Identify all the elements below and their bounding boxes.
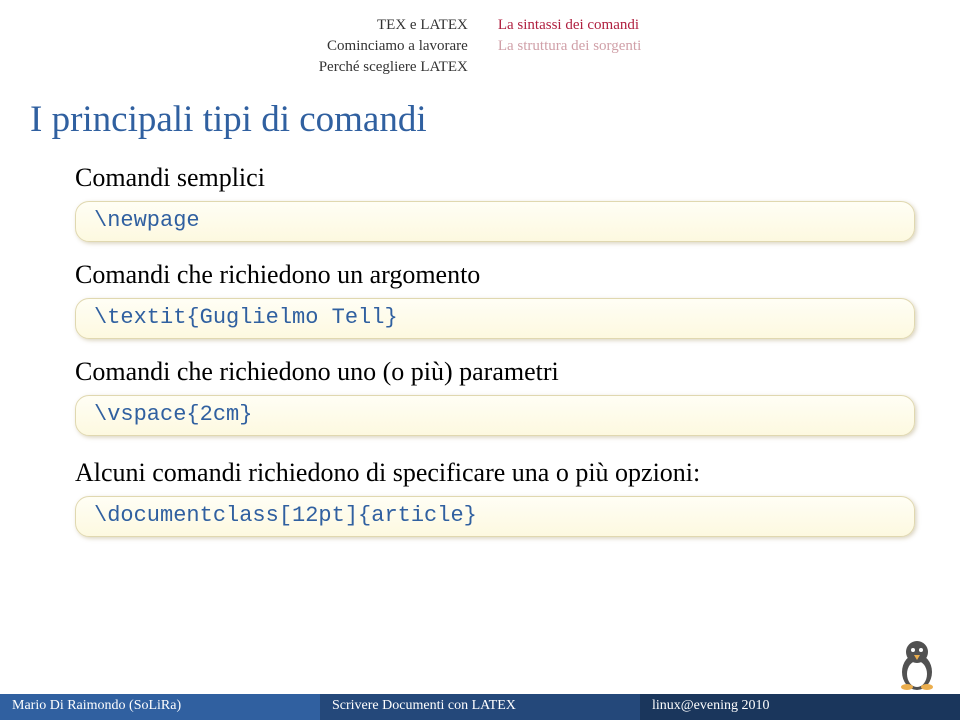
section-label-2: Comandi che richiedono un argomento [75,260,930,290]
code-text-textit: \textit{Guglielmo Tell} [94,305,398,330]
footer-title: Scrivere Documenti con LATEX [320,694,640,720]
code-block-2: \textit{Guglielmo Tell} [75,298,915,339]
options-label: Alcuni comandi richiedono di specificare… [75,458,930,488]
header-right-nav: La sintassi dei comandi La struttura dei… [498,15,641,78]
section-label-3: Comandi che richiedono uno (o più) param… [75,357,930,387]
nav-item-perche: Perché scegliere LATEX [319,57,468,78]
code-text-documentclass: \documentclass[12pt]{article} [94,503,477,528]
footer-author: Mario Di Raimondo (SoLiRa) [0,694,320,720]
code-block-4: \documentclass[12pt]{article} [75,496,915,537]
nav-item-tex: TEX e LATEX [319,15,468,36]
footer-event: linux@evening 2010 [640,694,960,720]
footer-bar: Mario Di Raimondo (SoLiRa) Scrivere Docu… [0,694,960,720]
code-text-newpage: \newpage [94,208,200,233]
page-title: I principali tipi di comandi [30,98,930,141]
penguin-logo-icon [892,632,942,692]
code-block-1: \newpage [75,201,915,242]
slide-header: TEX e LATEX Cominciamo a lavorare Perché… [0,0,960,78]
nav-item-cominciamo: Cominciamo a lavorare [319,36,468,57]
header-left-nav: TEX e LATEX Cominciamo a lavorare Perché… [319,15,468,78]
subnav-inactive: La struttura dei sorgenti [498,36,641,57]
section-label-1: Comandi semplici [75,163,930,193]
subnav-active: La sintassi dei comandi [498,15,641,36]
code-block-3: \vspace{2cm} [75,395,915,436]
code-text-vspace: \vspace{2cm} [94,402,252,427]
slide-content: I principali tipi di comandi Comandi sem… [0,78,960,537]
